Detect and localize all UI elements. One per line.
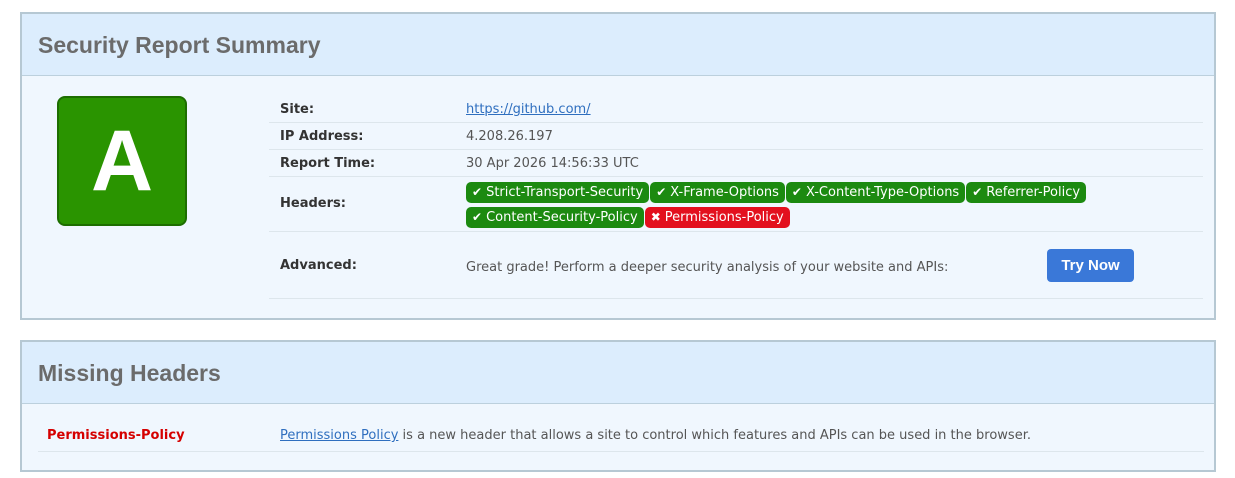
summary-table: Site: https://github.com/ IP Address: 4.… <box>269 96 1203 299</box>
site-link[interactable]: https://github.com/ <box>466 102 591 117</box>
ip-address-label: IP Address: <box>280 129 364 144</box>
check-icon: ✔ <box>472 210 483 224</box>
summary-title: Security Report Summary <box>38 32 321 58</box>
missing-header-description: Permissions Policy is a new header that … <box>280 428 1031 443</box>
headers-row: Headers: ✔ Strict-Transport-Security ✔ X-Fr… <box>269 177 1203 232</box>
check-icon: ✔ <box>972 185 983 199</box>
header-pill-x-frame-options: ✔ X-Frame-Options <box>650 182 785 203</box>
missing-headers-title: Missing Headers <box>38 360 221 386</box>
header-pill-label: X-Content-Type-Options <box>805 185 960 200</box>
header-pill-label: X-Frame-Options <box>670 185 779 200</box>
grade-badge: A <box>57 96 187 226</box>
summary-panel-header: Security Report Summary <box>22 14 1214 76</box>
ip-address-row: IP Address: 4.208.26.197 <box>269 123 1203 150</box>
check-icon: ✔ <box>472 185 483 199</box>
site-label: Site: <box>280 102 315 117</box>
headers-label: Headers: <box>280 196 346 211</box>
permissions-policy-link[interactable]: Permissions Policy <box>280 428 398 443</box>
missing-headers-panel: Missing Headers Permissions-Policy Permi… <box>20 340 1216 472</box>
header-pill-label: Content-Security-Policy <box>486 210 638 225</box>
header-pills: ✔ Strict-Transport-Security ✔ X-Frame-Optio… <box>466 181 1166 231</box>
missing-header-description-text: is a new header that allows a site to co… <box>398 428 1031 443</box>
advanced-text: Great grade! Perform a deeper security a… <box>466 260 949 275</box>
header-pill-label: Referrer-Policy <box>986 185 1081 200</box>
missing-header-row: Permissions-Policy Permissions Policy is… <box>38 426 1204 452</box>
header-pill-label: Permissions-Policy <box>664 210 784 225</box>
cross-icon: ✖ <box>650 210 661 224</box>
header-pill-x-content-type-options: ✔ X-Content-Type-Options <box>785 182 966 203</box>
ip-address-value: 4.208.26.197 <box>466 129 553 144</box>
try-now-button[interactable]: Try Now <box>1047 249 1134 282</box>
header-pill-label: Strict-Transport-Security <box>486 185 644 200</box>
report-time-label: Report Time: <box>280 156 376 171</box>
header-pill-referrer-policy: ✔ Referrer-Policy <box>966 182 1087 203</box>
header-pill-content-security-policy: ✔ Content-Security-Policy <box>466 207 644 228</box>
site-row: Site: https://github.com/ <box>269 96 1203 123</box>
header-pill-permissions-policy: ✖ Permissions-Policy <box>644 207 790 228</box>
header-pill-strict-transport-security: ✔ Strict-Transport-Security <box>466 182 650 203</box>
check-icon: ✔ <box>656 185 667 199</box>
advanced-label: Advanced: <box>280 258 357 273</box>
check-icon: ✔ <box>791 185 802 199</box>
missing-panel-header: Missing Headers <box>22 342 1214 404</box>
report-time-row: Report Time: 30 Apr 2026 14:56:33 UTC <box>269 150 1203 177</box>
missing-header-name: Permissions-Policy <box>47 428 185 443</box>
advanced-row: Advanced: Great grade! Perform a deeper … <box>269 232 1203 299</box>
security-report-summary-panel: Security Report Summary A Site: https://… <box>20 12 1216 320</box>
report-time-value: 30 Apr 2026 14:56:33 UTC <box>466 156 639 171</box>
